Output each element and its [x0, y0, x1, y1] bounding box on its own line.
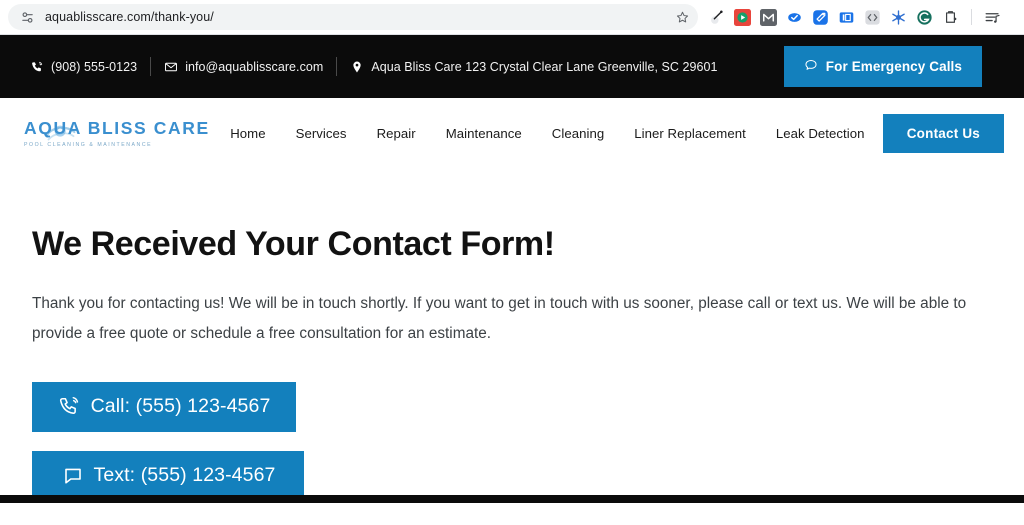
- browser-toolbar: aquablisscare.com/thank-you/: [0, 0, 1024, 35]
- nav-item-maintenance[interactable]: Maintenance: [446, 126, 522, 141]
- mailmeteor-icon[interactable]: [760, 8, 777, 26]
- address-contact-item[interactable]: Aqua Bliss Care 123 Crystal Clear Lane G…: [350, 60, 717, 74]
- call-cta-label: Call: (555) 123-4567: [90, 395, 271, 418]
- contact-divider: [150, 57, 152, 76]
- primary-navigation: Home Services Repair Maintenance Cleanin…: [212, 126, 883, 141]
- site-logo[interactable]: AQUA BLISS CARE POOL CLEANING & MAINTENA…: [24, 117, 210, 149]
- nav-item-home[interactable]: Home: [230, 126, 265, 141]
- code-snippet-icon[interactable]: [864, 9, 881, 26]
- emergency-button-label: For Emergency Calls: [825, 59, 962, 74]
- main-content: We Received Your Contact Form! Thank you…: [0, 168, 1024, 503]
- call-cta-button[interactable]: Call: (555) 123-4567: [32, 381, 296, 432]
- bitly-icon[interactable]: [838, 9, 855, 26]
- footer-strip: [0, 495, 1024, 503]
- address-bar[interactable]: aquablisscare.com/thank-you/: [8, 4, 698, 30]
- text-cta-button[interactable]: Text: (555) 123-4567: [32, 450, 304, 501]
- chat-bubble-icon: [804, 58, 818, 75]
- confirmation-paragraph: Thank you for contacting us! We will be …: [32, 295, 967, 343]
- contact-divider: [336, 57, 338, 76]
- nav-item-repair[interactable]: Repair: [377, 126, 416, 141]
- snowflake-icon[interactable]: [890, 9, 907, 26]
- clipboard-icon[interactable]: [942, 9, 959, 26]
- grammar-check-icon[interactable]: [786, 9, 803, 26]
- phone-ring-icon: [30, 60, 44, 74]
- star-icon[interactable]: [670, 5, 694, 29]
- phone-ring-icon: [58, 395, 82, 419]
- tag-manager-icon[interactable]: [812, 9, 829, 26]
- grammarly-icon[interactable]: [916, 9, 933, 26]
- site-header: AQUA BLISS CARE POOL CLEANING & MAINTENA…: [0, 98, 1024, 168]
- phone-number: (908) 555-0123: [51, 59, 138, 74]
- page-settings-icon[interactable]: [18, 8, 37, 27]
- nav-item-services[interactable]: Services: [296, 126, 347, 141]
- street-address: Aqua Bliss Care 123 Crystal Clear Lane G…: [371, 59, 718, 74]
- phone-contact-item[interactable]: (908) 555-0123: [30, 60, 137, 74]
- page-title: We Received Your Contact Form!: [32, 225, 555, 263]
- url-text[interactable]: aquablisscare.com/thank-you/: [45, 4, 666, 30]
- top-contact-bar: (908) 555-0123 info@aquablisscare.com Aq…: [0, 35, 1024, 98]
- nav-item-cleaning[interactable]: Cleaning: [552, 126, 604, 141]
- logo-title: AQUA BLISS CARE: [24, 117, 210, 138]
- reading-list-icon[interactable]: [984, 9, 1001, 26]
- contact-us-button[interactable]: Contact Us: [882, 113, 1004, 153]
- logo-tagline: POOL CLEANING & MAINTENANCE: [24, 142, 153, 149]
- video-recorder-icon[interactable]: [734, 8, 751, 26]
- nav-item-liner-replacement[interactable]: Liner Replacement: [634, 126, 746, 141]
- email-address: info@aquablisscare.com: [185, 59, 324, 74]
- location-pin-icon: [350, 60, 364, 74]
- email-contact-item[interactable]: info@aquablisscare.com: [164, 60, 323, 74]
- toolbar-divider: [971, 9, 972, 25]
- nav-item-leak-detection[interactable]: Leak Detection: [776, 126, 865, 141]
- eyedropper-icon[interactable]: [708, 9, 725, 26]
- extensions-strip: [708, 8, 1001, 26]
- text-cta-label: Text: (555) 123-4567: [93, 464, 276, 487]
- envelope-icon: [164, 60, 178, 74]
- chat-bubble-icon: [61, 464, 85, 488]
- contact-info-group: (908) 555-0123 info@aquablisscare.com Aq…: [30, 57, 784, 76]
- emergency-calls-button[interactable]: For Emergency Calls: [783, 46, 982, 87]
